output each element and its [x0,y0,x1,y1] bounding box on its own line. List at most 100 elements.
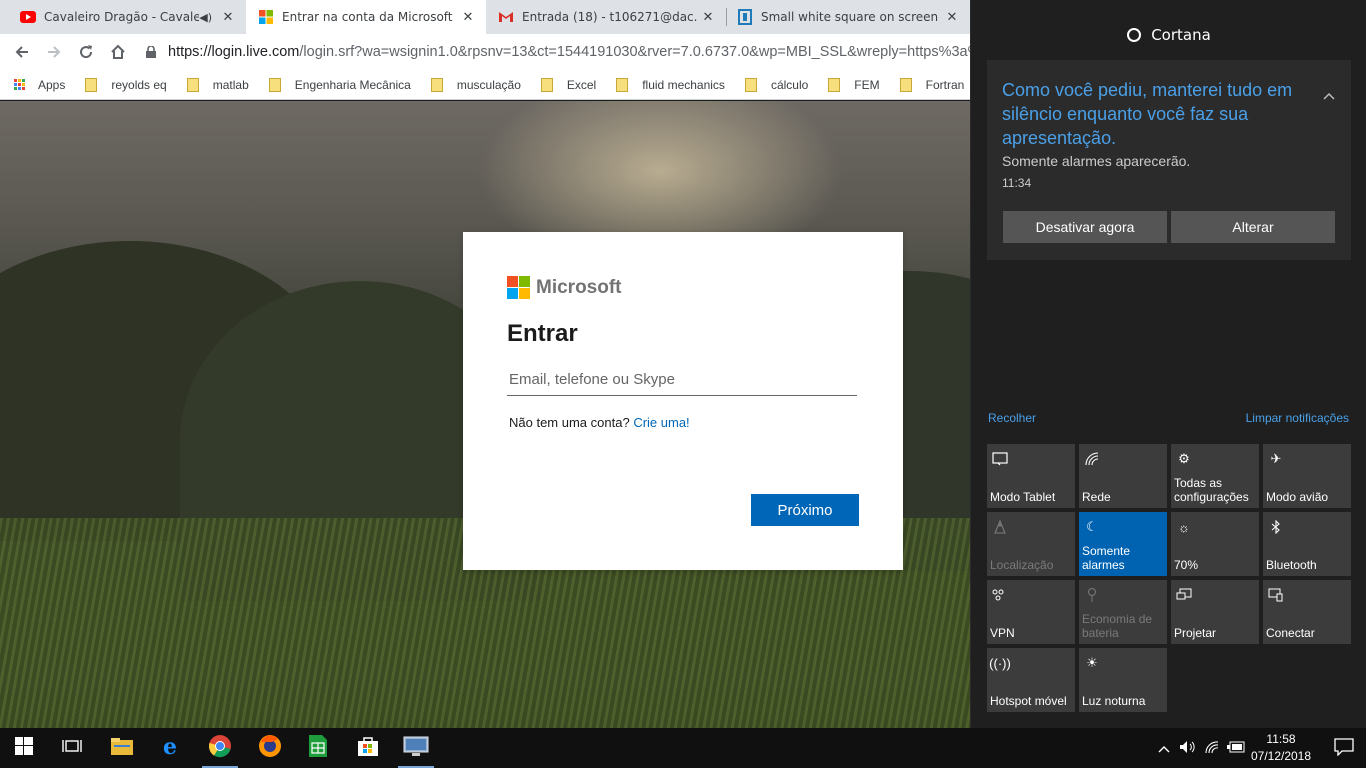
folder-icon [85,77,98,92]
microsoft-wordmark: Microsoft [536,276,622,298]
taskbar-file-explorer[interactable] [98,728,146,768]
chrome-browser-window: Cavaleiro Dragão - Cavaleiro ◀) ✕ Entrar… [0,0,970,728]
quick-action-label: 70% [1174,558,1199,572]
project-icon [1175,586,1193,604]
task-view-button[interactable] [48,728,96,768]
quick-action-connect[interactable]: Conectar [1263,580,1351,644]
quick-action-battery-saver[interactable]: Economia de bateria [1079,580,1167,644]
back-arrow-icon[interactable] [6,36,38,68]
bookmarks-bar: Apps reyolds eq matlab Engenharia Mecâni… [0,70,970,100]
create-account-link[interactable]: Crie uma! [633,415,689,430]
action-center-panel: Cortana Como você pediu, manterei tudo e… [970,0,1366,728]
bookmark-label: musculação [456,77,521,92]
taskbar-libreoffice-calc[interactable] [294,728,342,768]
bookmark-apps[interactable]: Apps [14,78,65,92]
clear-notifications-link[interactable]: Limpar notificações [1246,411,1349,425]
tab-superuser[interactable]: Small white square on screen - Super Use… [727,0,970,34]
quick-action-label: Projetar [1174,626,1217,640]
bookmark-folder[interactable]: reyolds eq [85,77,167,92]
tab-title: Entrada (18) - t106271@dac.unicamp.br [522,10,698,24]
quick-action-project[interactable]: Projetar [1171,580,1259,644]
folder-icon [899,77,912,92]
quick-action-location[interactable]: Localização [987,512,1075,576]
battery-icon[interactable] [1224,741,1248,756]
quick-action-airplane-mode[interactable]: ✈ Modo avião [1263,444,1351,508]
chevron-up-icon[interactable] [1323,88,1335,104]
tab-title: Cavaleiro Dragão - Cavaleiro [44,10,200,24]
tablet-icon [991,450,1009,468]
store-icon [357,735,379,761]
folder-icon [744,77,757,92]
bookmark-label: Fortran [925,77,965,92]
tab-youtube[interactable]: Cavaleiro Dragão - Cavaleiro ◀) ✕ [0,0,246,34]
edge-icon: e [161,734,183,761]
quick-action-label: Rede [1082,490,1111,504]
notification-group-title: Cortana [1151,26,1211,44]
next-button[interactable]: Próximo [751,494,859,526]
file-explorer-icon [110,736,134,760]
home-icon[interactable] [102,36,134,68]
clock[interactable]: 11:58 07/12/2018 [1248,731,1314,765]
close-tab-icon[interactable]: ✕ [698,10,718,25]
tab-gmail[interactable]: Entrada (18) - t106271@dac.unicamp.br ✕ [486,0,726,34]
bookmark-folder[interactable]: matlab [186,77,249,92]
reload-icon[interactable] [70,36,102,68]
taskbar-edge[interactable]: e [148,728,196,768]
quick-action-label: Hotspot móvel [990,694,1067,708]
quick-action-vpn[interactable]: VPN [987,580,1075,644]
bookmark-label: cálculo [770,77,809,92]
action-center-button[interactable] [1322,737,1366,759]
chevron-up-icon[interactable] [1152,741,1176,756]
collapse-link[interactable]: Recolher [988,411,1036,425]
taskbar-chrome[interactable] [196,728,244,768]
folder-icon [268,77,281,92]
bookmark-folder[interactable]: Excel [540,77,597,92]
quick-action-label: VPN [990,626,1015,640]
taskbar-remote-desktop[interactable] [392,728,440,768]
forward-arrow-icon[interactable] [38,36,70,68]
quick-action-quiet-hours[interactable]: ☾ Somente alarmes [1079,512,1167,576]
taskbar-store[interactable] [344,728,392,768]
bookmark-folder[interactable]: Fortran [899,77,965,92]
disable-now-button[interactable]: Desativar agora [1003,211,1167,243]
quick-action-night-light[interactable]: ☀ Luz noturna [1079,648,1167,712]
bookmark-label: Excel [566,77,597,92]
bookmark-folder[interactable]: fluid mechanics [616,77,725,92]
notification-card[interactable]: Como você pediu, manterei tudo em silênc… [987,60,1351,260]
url-host: https://login.live.com [168,44,300,60]
quick-action-all-settings[interactable]: ⚙ Todas as configurações [1171,444,1259,508]
apps-grid-icon [14,78,26,91]
tab-strip: Cavaleiro Dragão - Cavaleiro ◀) ✕ Entrar… [0,0,970,34]
email-field[interactable] [507,364,857,396]
close-tab-icon[interactable]: ✕ [942,10,962,25]
network-icon[interactable] [1200,740,1224,757]
bookmark-folder[interactable]: FEM [828,77,880,92]
address-bar[interactable]: https://login.live.com/login.srf?wa=wsig… [146,38,970,66]
close-tab-icon[interactable]: ✕ [458,10,478,25]
clock-time: 11:58 [1266,732,1296,746]
quick-action-network[interactable]: Rede [1079,444,1167,508]
speaker-icon[interactable]: ◀) [199,11,212,24]
tab-microsoft-login[interactable]: Entrar na conta da Microsoft ✕ [246,0,486,34]
volume-icon[interactable] [1176,740,1200,757]
vpn-icon [991,586,1009,604]
bookmark-label: FEM [854,77,880,92]
bookmark-folder[interactable]: cálculo [744,77,809,92]
browser-toolbar: https://login.live.com/login.srf?wa=wsig… [0,34,970,70]
quick-action-mobile-hotspot[interactable]: ((·)) Hotspot móvel [987,648,1075,712]
firefox-icon [258,734,282,762]
tab-title: Small white square on screen - Super Use… [761,10,942,24]
no-account-label: Não tem uma conta? [509,415,630,430]
lock-icon [146,46,156,58]
taskbar-firefox[interactable] [246,728,294,768]
folder-icon [430,77,443,92]
change-button[interactable]: Alterar [1171,211,1335,243]
start-button[interactable] [0,728,48,768]
close-tab-icon[interactable]: ✕ [218,10,238,25]
notification-group-header: Cortana [971,26,1366,44]
quick-action-tablet-mode[interactable]: Modo Tablet [987,444,1075,508]
quick-action-brightness[interactable]: ☼ 70% [1171,512,1259,576]
bookmark-folder[interactable]: Engenharia Mecânica [268,77,411,92]
bookmark-folder[interactable]: musculação [430,77,521,92]
quick-action-bluetooth[interactable]: Bluetooth [1263,512,1351,576]
